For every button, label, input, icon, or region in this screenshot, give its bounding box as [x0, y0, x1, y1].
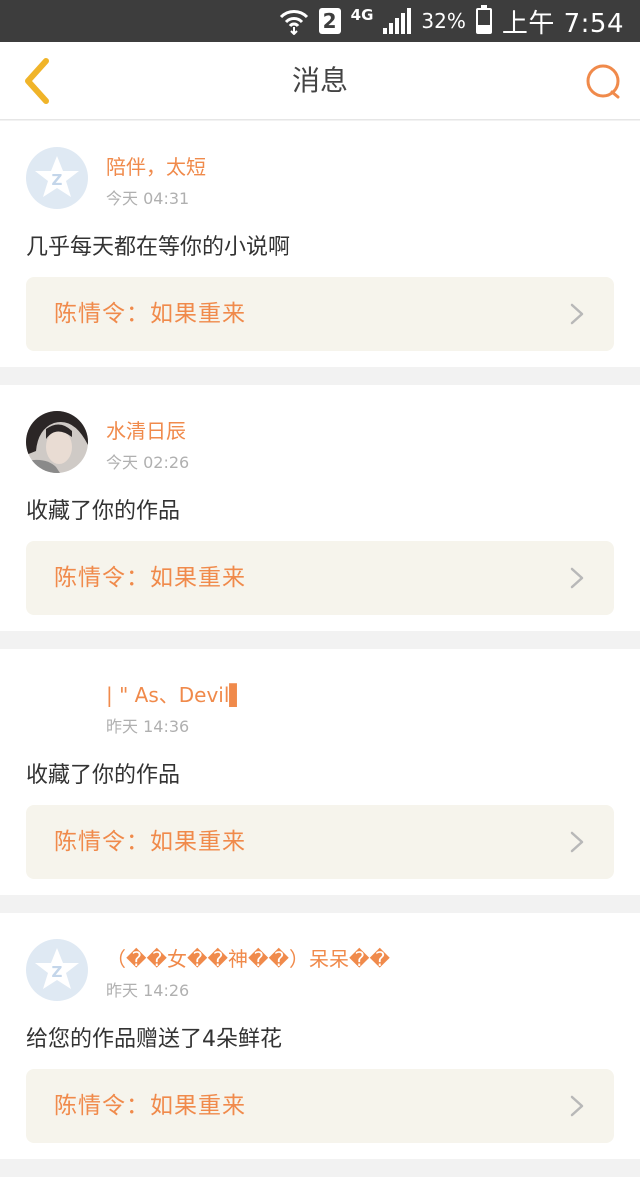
- photo-avatar: [26, 411, 88, 473]
- chevron-right-icon: [570, 567, 584, 589]
- signal-icon: [383, 8, 412, 34]
- avatar[interactable]: Z: [26, 939, 88, 1001]
- avatar[interactable]: Z: [26, 147, 88, 209]
- message-card: Z 陪伴，太短 今天 04:31 几乎每天都在等你的小说啊 陈情令：如果重来: [0, 121, 640, 367]
- status-clock: 上午 7:54: [501, 8, 624, 39]
- timestamp: 今天 04:31: [106, 189, 190, 208]
- battery-percent: 32%: [421, 9, 466, 33]
- search-button[interactable]: [582, 60, 626, 104]
- work-title: 陈情令：如果重来: [54, 565, 246, 591]
- status-bar: 2 4G 32% 上午 7:54: [0, 0, 640, 42]
- message-text: 收藏了你的作品: [26, 763, 181, 788]
- username[interactable]: 水清日辰: [106, 415, 186, 444]
- message-text: 几乎每天都在等你的小说啊: [26, 235, 291, 260]
- timestamp: 今天 02:26: [106, 453, 190, 472]
- message-card: Z （��女��神��）呆呆�� 昨天 14:26 给您的作品赠送了4朵鲜花 陈…: [0, 913, 640, 1159]
- page-title: 消息: [291, 64, 348, 97]
- work-title: 陈情令：如果重来: [54, 1093, 246, 1119]
- battery-level-fill: [477, 24, 490, 32]
- message-text: 收藏了你的作品: [26, 499, 181, 524]
- username[interactable]: 陪伴，太短: [106, 151, 206, 180]
- avatar[interactable]: [26, 411, 88, 473]
- wifi-icon: [279, 7, 309, 35]
- top-app-bar: 消息: [0, 42, 640, 120]
- svg-text:Z: Z: [52, 963, 63, 981]
- username[interactable]: （��女��神��）呆呆��: [106, 943, 390, 972]
- work-link[interactable]: 陈情令：如果重来: [26, 277, 614, 351]
- work-title: 陈情令：如果重来: [54, 301, 246, 327]
- default-avatar-icon: Z: [35, 156, 79, 197]
- message-card: | " As、Devil▌ 昨天 14:36 收藏了你的作品 陈情令：如果重来: [0, 649, 640, 895]
- work-link[interactable]: 陈情令：如果重来: [26, 1069, 614, 1143]
- message-text: 给您的作品赠送了4朵鲜花: [26, 1027, 282, 1052]
- timestamp: 昨天 14:36: [106, 717, 190, 736]
- svg-text:Z: Z: [52, 171, 63, 189]
- battery-icon: [475, 5, 492, 34]
- network-type-label: 4G: [350, 6, 374, 24]
- work-link[interactable]: 陈情令：如果重来: [26, 541, 614, 615]
- avatar[interactable]: [26, 675, 88, 737]
- work-link[interactable]: 陈情令：如果重来: [26, 805, 614, 879]
- chevron-right-icon: [570, 303, 584, 325]
- username[interactable]: | " As、Devil▌: [106, 679, 245, 708]
- sim-slot-badge: 2: [318, 8, 341, 34]
- message-card: 水清日辰 今天 02:26 收藏了你的作品 陈情令：如果重来: [0, 385, 640, 631]
- chevron-right-icon: [570, 1095, 584, 1117]
- work-title: 陈情令：如果重来: [54, 829, 246, 855]
- message-list: Z 陪伴，太短 今天 04:31 几乎每天都在等你的小说啊 陈情令：如果重来 水…: [0, 121, 640, 1177]
- search-icon: [586, 64, 620, 99]
- timestamp: 昨天 14:26: [106, 981, 190, 1000]
- default-avatar-icon: Z: [35, 948, 79, 989]
- chevron-right-icon: [570, 831, 584, 853]
